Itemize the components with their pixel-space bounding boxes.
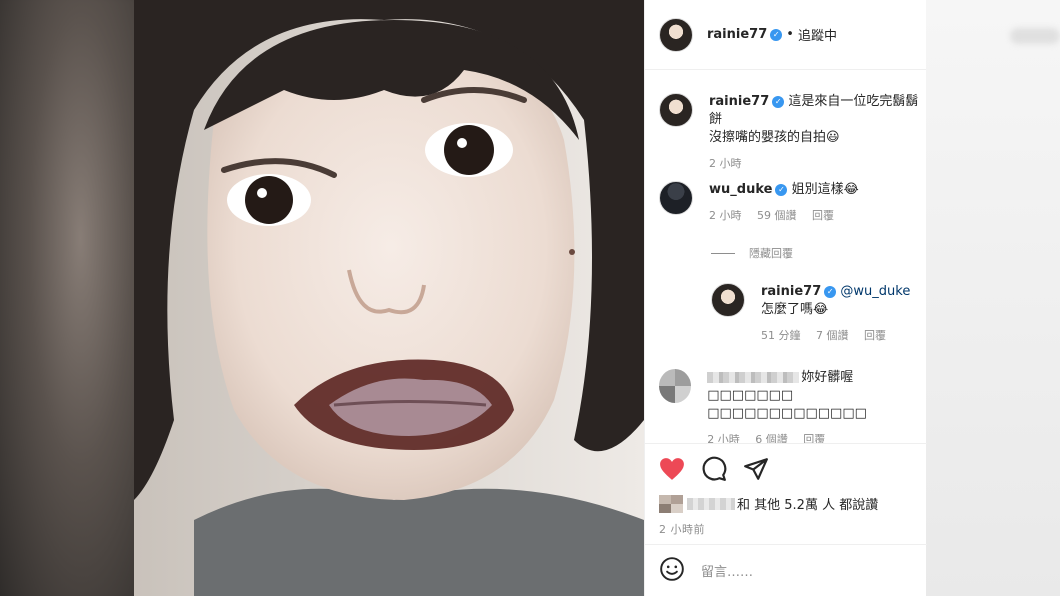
hide-replies-label: 隱藏回覆 xyxy=(749,247,793,260)
share-icon[interactable] xyxy=(743,457,769,481)
comment-likes[interactable]: 6 個讚 xyxy=(755,433,788,443)
background-right-bar xyxy=(1010,28,1060,44)
background-right xyxy=(926,0,1060,596)
screenshot: rainie77 ✓ • 追蹤中 rainie77 ✓ 這是來自一位吃完鬍鬍餅 沒… xyxy=(0,0,1060,596)
commenter-avatar[interactable] xyxy=(659,93,693,127)
selfie-illustration xyxy=(134,0,644,596)
commenter-username[interactable]: rainie77 xyxy=(709,94,769,109)
comment-time: 2 小時 xyxy=(709,157,742,170)
mention-link[interactable]: @wu_duke xyxy=(840,284,910,299)
author-avatar[interactable] xyxy=(659,17,693,52)
commenter-avatar[interactable] xyxy=(659,181,693,215)
comments-list: rainie77 ✓ 這是來自一位吃完鬍鬍餅 沒擦嘴的嬰孩的自拍😃 2 小時 wu… xyxy=(645,71,927,443)
liker-avatar-pixelated xyxy=(659,494,683,513)
liker-name-pixelated xyxy=(687,497,735,510)
author-username[interactable]: rainie77 xyxy=(707,27,767,42)
comment-time: 51 分鐘 xyxy=(761,329,801,342)
verified-icon: ✓ xyxy=(775,183,788,196)
comment-time: 2 小時 xyxy=(709,209,742,222)
comment-text: 怎麼了嗎😂 xyxy=(761,302,829,317)
background-left-blur xyxy=(0,0,134,596)
verified-icon: ✓ xyxy=(772,95,785,108)
heart-icon[interactable] xyxy=(659,457,685,481)
follow-button[interactable]: 追蹤中 xyxy=(798,25,837,44)
comment-text: 姐別這樣😂 xyxy=(791,182,859,197)
comment-likes[interactable]: 59 個讚 xyxy=(757,209,797,222)
comment-text-line2: □□□□□□□□□□□□□ xyxy=(707,406,867,421)
action-icons xyxy=(659,454,913,484)
comment-item: wu_duke ✓ 姐別這樣😂 2 小時 59 個讚 回覆 xyxy=(659,181,859,225)
posted-time: 2 小時前 xyxy=(659,523,705,536)
reply-button[interactable]: 回覆 xyxy=(864,329,886,342)
hide-replies-button[interactable]: 隱藏回覆 xyxy=(711,245,793,261)
separator-dot: • xyxy=(786,27,794,42)
emoji-icon[interactable] xyxy=(659,556,685,586)
add-comment-bar: 留言…… xyxy=(645,544,927,596)
post-side-panel: rainie77 ✓ • 追蹤中 rainie77 ✓ 這是來自一位吃完鬍鬍餅 沒… xyxy=(644,0,927,596)
reply-button[interactable]: 回覆 xyxy=(803,433,825,443)
likes-summary[interactable]: 和 其他 5.2萬 人 都說讚 xyxy=(659,494,913,513)
likes-text: 和 其他 5.2萬 人 都說讚 xyxy=(737,498,879,513)
commenter-avatar[interactable] xyxy=(711,283,745,317)
divider xyxy=(711,252,735,254)
commenter-username-pixelated[interactable] xyxy=(707,372,800,383)
comment-time: 2 小時 xyxy=(707,433,740,443)
reply-item: rainie77 ✓ @wu_duke 怎麼了嗎😂 51 分鐘 7 個讚 回覆 xyxy=(711,283,910,345)
commenter-username[interactable]: rainie77 xyxy=(761,284,821,299)
commenter-avatar-pixelated[interactable] xyxy=(659,369,692,403)
comment-icon[interactable] xyxy=(701,456,727,482)
comment-likes[interactable]: 7 個讚 xyxy=(816,329,849,342)
comment-input[interactable]: 留言…… xyxy=(701,561,753,580)
verified-icon: ✓ xyxy=(824,285,837,298)
comment-text-line2: 沒擦嘴的嬰孩的自拍😃 xyxy=(709,130,840,145)
post-header: rainie77 ✓ • 追蹤中 xyxy=(645,0,926,70)
reply-button[interactable]: 回覆 xyxy=(812,209,834,222)
post-actions: 和 其他 5.2萬 人 都說讚 2 小時前 xyxy=(645,443,927,547)
comment-item: 妳好髒喔□□□□□□□ □□□□□□□□□□□□□ 2 小時 6 個讚 回覆 xyxy=(659,369,927,443)
caption-comment: rainie77 ✓ 這是來自一位吃完鬍鬍餅 沒擦嘴的嬰孩的自拍😃 2 小時 xyxy=(659,93,927,173)
commenter-username[interactable]: wu_duke xyxy=(709,182,772,197)
post-photo[interactable] xyxy=(134,0,644,596)
verified-icon: ✓ xyxy=(770,28,783,41)
